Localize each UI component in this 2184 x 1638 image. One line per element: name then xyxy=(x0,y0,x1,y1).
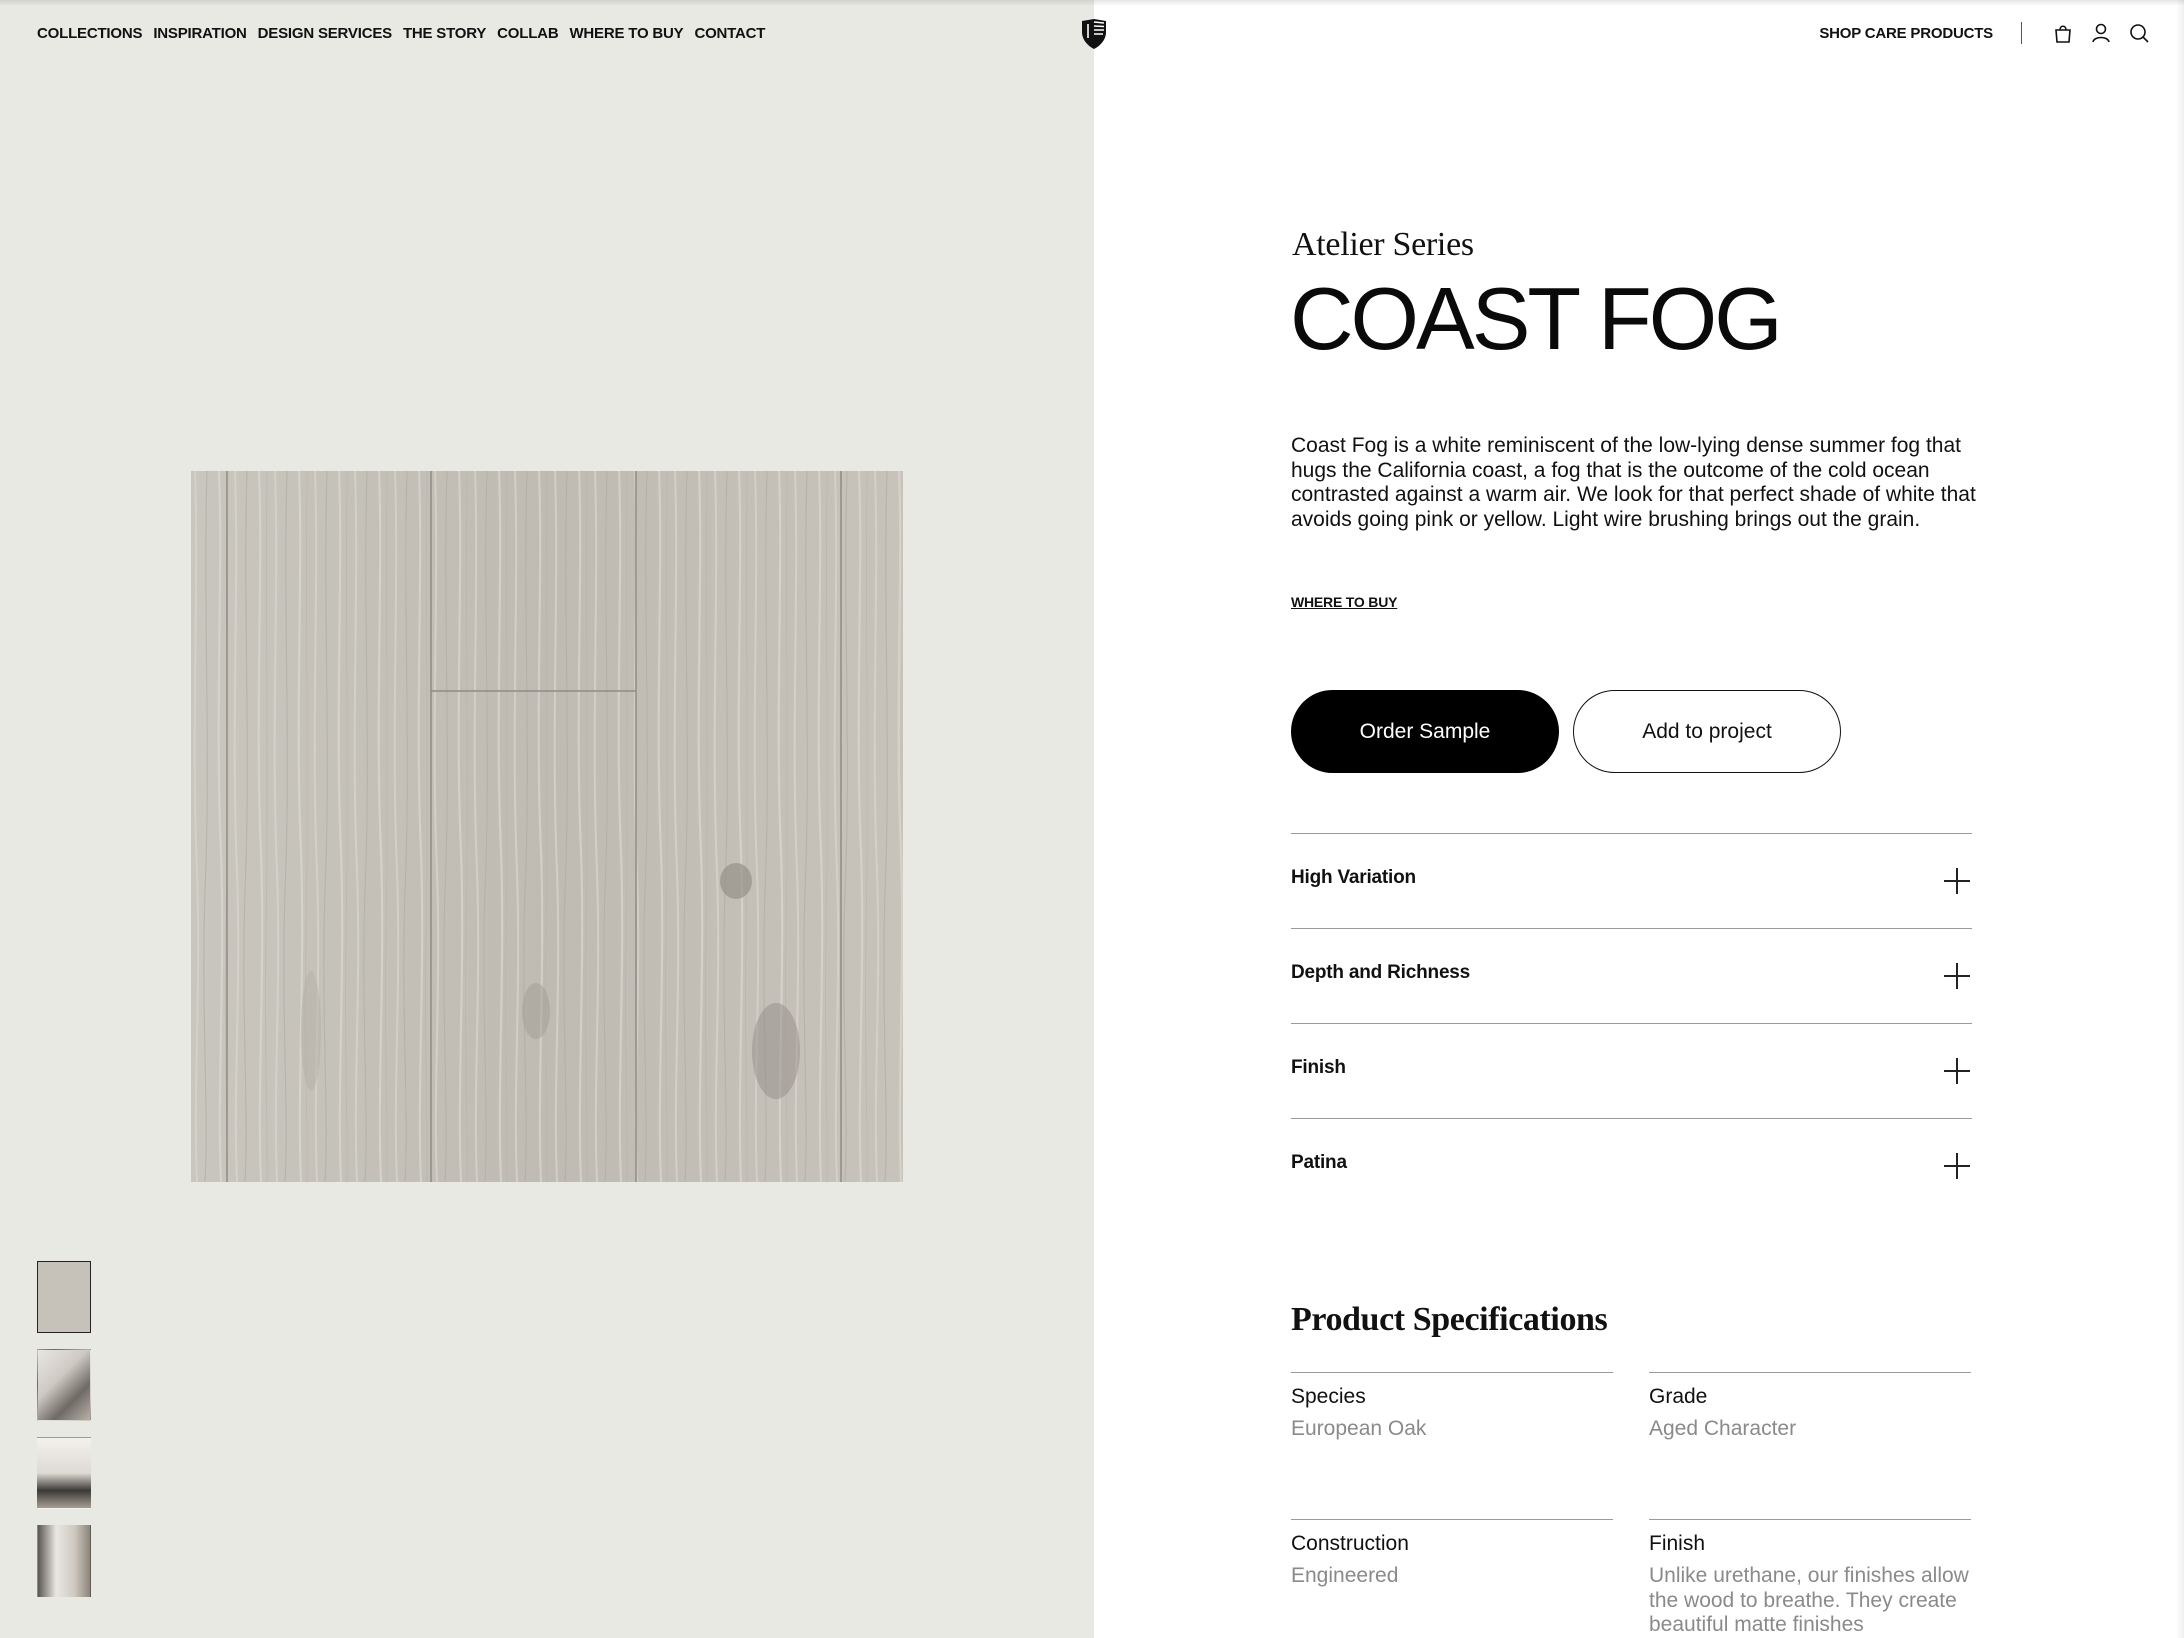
nav-where-to-buy[interactable]: WHERE TO BUY xyxy=(569,25,683,42)
wood-plank-render xyxy=(191,471,903,1182)
accordion-label: Depth and Richness xyxy=(1291,962,1471,983)
product-series: Atelier Series xyxy=(1292,226,1474,263)
spec-value: Engineered xyxy=(1291,1564,1399,1587)
product-description: Coast Fog is a white reminiscent of the … xyxy=(1291,434,1976,531)
spec-label: Species xyxy=(1291,1385,1366,1408)
thumbnail-wood[interactable] xyxy=(37,1261,91,1333)
main-nav: COLLECTIONS INSPIRATION DESIGN SERVICES … xyxy=(37,25,776,42)
feature-accordion: High Variation Depth and Richness Finish… xyxy=(1291,833,1972,1213)
utility-nav: SHOP CARE PRODUCTS xyxy=(1819,22,2150,44)
spec-species: Species European Oak xyxy=(1291,1372,1613,1442)
plus-icon[interactable] xyxy=(1944,868,1970,894)
nav-design-services[interactable]: DESIGN SERVICES xyxy=(258,25,392,42)
thumbnail-staircase[interactable] xyxy=(37,1349,91,1421)
accordion-label: High Variation xyxy=(1291,867,1416,888)
accordion-finish[interactable]: Finish xyxy=(1291,1023,1972,1118)
thumbnail-living-room[interactable] xyxy=(37,1437,91,1509)
nav-contact[interactable]: CONTACT xyxy=(694,25,765,42)
accordion-label: Finish xyxy=(1291,1057,1346,1078)
nav-divider xyxy=(2021,22,2022,44)
specifications-heading: Product Specifications xyxy=(1291,1301,1608,1338)
where-to-buy-link[interactable]: WHERE TO BUY xyxy=(1291,594,1397,610)
thumbnail-kitchen[interactable] xyxy=(37,1525,91,1597)
scroll-edge xyxy=(2176,0,2184,1638)
spec-construction: Construction Engineered xyxy=(1291,1519,1613,1589)
plus-icon[interactable] xyxy=(1944,963,1970,989)
accordion-depth-richness[interactable]: Depth and Richness xyxy=(1291,928,1972,1023)
spec-label: Construction xyxy=(1291,1532,1409,1555)
details-pane xyxy=(1094,0,2184,1638)
account-icon[interactable] xyxy=(2090,22,2112,44)
add-to-project-button[interactable]: Add to project xyxy=(1573,690,1841,773)
header-shadow xyxy=(0,0,2184,6)
spec-finish: Finish Unlike urethane, our finishes all… xyxy=(1649,1519,1971,1638)
nav-inspiration[interactable]: INSPIRATION xyxy=(153,25,247,42)
spec-grade: Grade Aged Character xyxy=(1649,1372,1971,1442)
spec-label: Grade xyxy=(1649,1385,1708,1408)
spec-value: Aged Character xyxy=(1649,1417,1797,1440)
accordion-high-variation[interactable]: High Variation xyxy=(1291,833,1972,928)
order-sample-button[interactable]: Order Sample xyxy=(1291,690,1559,773)
product-image-main[interactable] xyxy=(191,471,903,1182)
plus-icon[interactable] xyxy=(1944,1153,1970,1179)
nav-collections[interactable]: COLLECTIONS xyxy=(37,25,143,42)
thumbnail-strip xyxy=(37,1261,91,1613)
nav-the-story[interactable]: THE STORY xyxy=(403,25,486,42)
shop-care-products-link[interactable]: SHOP CARE PRODUCTS xyxy=(1819,25,1993,42)
bag-icon[interactable] xyxy=(2052,22,2074,44)
product-title: COAST FOG xyxy=(1290,269,1783,368)
spec-label: Finish xyxy=(1649,1532,1706,1555)
plus-icon[interactable] xyxy=(1944,1058,1970,1084)
accordion-label: Patina xyxy=(1291,1152,1347,1173)
spec-value: European Oak xyxy=(1291,1417,1427,1440)
accordion-patina[interactable]: Patina xyxy=(1291,1118,1972,1213)
shield-logo[interactable] xyxy=(1080,18,1108,50)
nav-collab[interactable]: COLLAB xyxy=(497,25,558,42)
search-icon[interactable] xyxy=(2128,22,2150,44)
spec-value: Unlike urethane, our finishes allow the … xyxy=(1649,1564,1969,1636)
